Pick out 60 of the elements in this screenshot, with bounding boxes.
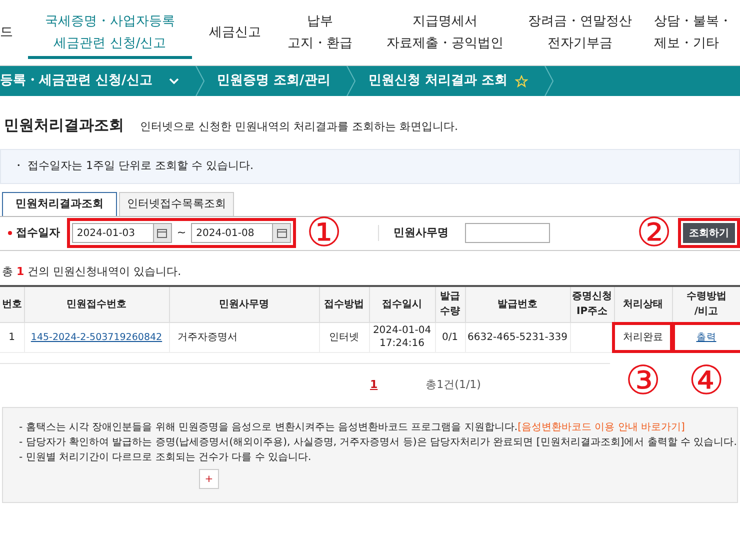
note-text: - 홈택스는 시각 장애인분들을 위해 민원증명을 음성으로 변환시켜주는 음성변환바코드 프로그램을 지원합니다. — [19, 421, 518, 435]
date-field[interactable]: 2024-01-08 — [191, 223, 292, 243]
column-header: 증명신청 IP주소 — [570, 286, 614, 322]
page-summary: 총1건(1/1) — [426, 376, 481, 392]
table-cell: 인터넷 — [329, 332, 359, 342]
nav-tab[interactable]: 장려금・연말정산 전자기부금 — [520, 0, 640, 65]
chevron-separator-icon — [544, 66, 554, 96]
nav-tab[interactable]: 드 — [0, 0, 20, 65]
breadcrumb-item[interactable]: 민원증명 조회/관리 — [217, 71, 330, 91]
column-header: 발급 수량 — [435, 286, 465, 322]
info-text: ・ 접수일자는 1주일 단위로 조회할 수 있습니다. — [13, 158, 254, 174]
more-button[interactable]: + — [199, 469, 219, 489]
table-cell: 거주자증명서 — [178, 332, 238, 342]
required-icon — [8, 230, 12, 235]
result-count: 총 1 건의 민원신청내역이 있습니다. — [1, 264, 182, 280]
table-cell: 1 — [8, 332, 15, 342]
range-separator: ~ — [176, 224, 188, 241]
search-button[interactable]: 조회하기 — [682, 223, 735, 243]
callout-number: ① — [306, 213, 343, 253]
callout-number: ③ — [625, 360, 661, 400]
table-cell: 6632-465-5231-339 — [468, 332, 568, 342]
callout-number: ④ — [688, 360, 724, 400]
table-cell: 2024-01-04 17:24:16 — [372, 325, 432, 349]
page-title: 민원처리결과조회 — [4, 115, 124, 136]
date-field[interactable]: 2024-01-03 — [72, 223, 172, 243]
column-header: 처리상태 — [614, 286, 672, 322]
chevron-down-icon[interactable] — [169, 78, 179, 84]
breadcrumb-item[interactable]: 등록・세금관련 신청/신고 — [0, 71, 152, 91]
tab[interactable]: 인터넷접수목록조회 — [119, 192, 234, 216]
nav-tab[interactable]: 국세증명・사업자등록 세금관련 신청/신고 — [20, 0, 200, 65]
nav-tab[interactable]: 지급명세서 자료제출・공익법인 — [370, 0, 520, 65]
note-text: - 민원별 처리기간이 다르므로 조회되는 건수가 다를 수 있습니다. — [19, 451, 312, 465]
name-input[interactable] — [465, 223, 550, 243]
calendar-icon[interactable] — [152, 224, 171, 242]
column-header: 번호 — [0, 286, 24, 322]
chevron-separator-icon — [195, 66, 205, 96]
name-label: 민원사무명 — [378, 224, 456, 242]
column-header: 발급번호 — [465, 286, 570, 322]
page-description: 인터넷으로 신청한 민원내역의 처리결과를 조회하는 화면입니다. — [140, 119, 458, 135]
calendar-icon[interactable] — [272, 224, 290, 242]
date-label: 접수일자 — [0, 224, 67, 242]
chevron-separator-icon — [346, 66, 356, 96]
nav-tab[interactable]: 세금신고 — [200, 0, 270, 65]
nav-tab[interactable]: 상담・불복・ 제보・기타 — [640, 0, 740, 65]
star-icon[interactable] — [515, 74, 528, 88]
callout-number: ② — [636, 213, 672, 253]
tab[interactable]: 민원처리결과조회 — [2, 192, 117, 216]
column-header: 민원접수번호 — [24, 286, 169, 322]
column-header: 수령방법 /비고 — [672, 286, 740, 322]
column-header: 접수방법 — [319, 286, 369, 322]
table-cell: 0/1 — [442, 332, 458, 342]
breadcrumb-item[interactable]: 민원신청 처리결과 조회 — [368, 71, 508, 91]
note-text: - 담당자가 확인하여 발급하는 증명(납세증명서(해외이주용), 사실증명, 거주자증명서 등)은 담당자처리가 완료되면 [민원처리결과조회]에서 출력할 수 있습니다. — [19, 436, 737, 450]
table-link[interactable]: 출력 — [696, 332, 716, 342]
nav-tab[interactable]: 납부 고지・환급 — [270, 0, 370, 65]
table-link[interactable]: 145-2024-2-503719260842 — [30, 332, 162, 342]
column-header: 민원사무명 — [169, 286, 319, 322]
page-link[interactable]: 1 — [370, 376, 378, 393]
table-cell: 처리완료 — [623, 332, 663, 342]
column-header: 접수일시 — [369, 286, 435, 322]
